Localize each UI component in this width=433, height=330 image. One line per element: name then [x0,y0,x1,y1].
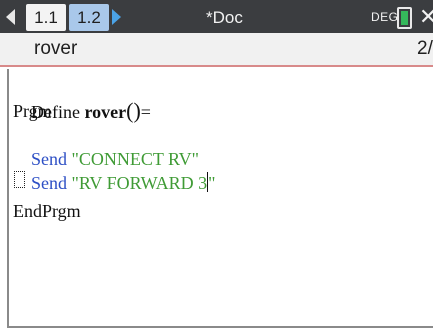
next-page-icon[interactable] [112,9,121,25]
title-bar: 1.1 1.2 *Doc DEG ✕ [0,0,433,33]
angle-mode-indicator: DEG [371,10,399,24]
equals-sign: = [140,102,151,122]
tab-1-2[interactable]: 1.2 [69,4,109,31]
line-position-indicator: 2/ [417,38,433,59]
parameter-parens: () [126,98,141,123]
send-keyword: Send [31,173,67,193]
code-line-endprgm[interactable]: EndPrgm [13,199,81,223]
function-name: rover [84,102,127,122]
string-literal-part-1: "RV FORWARD 3 [67,173,208,193]
previous-page-icon[interactable] [6,9,15,25]
empty-line-placeholder[interactable] [14,171,25,188]
program-name-label: rover [34,38,78,59]
document-title: *Doc [206,8,243,27]
battery-icon [397,7,412,29]
string-literal-part-2: " [208,173,216,193]
tab-1-1[interactable]: 1.1 [26,4,66,31]
program-editor[interactable]: Define rover()= Prgm Send "CONNECT RV" S… [7,69,433,328]
close-icon[interactable]: ✕ [419,3,433,30]
code-line-prgm[interactable]: Prgm [13,99,52,123]
battery-level [401,11,408,25]
program-header: rover 2/ [0,33,433,67]
